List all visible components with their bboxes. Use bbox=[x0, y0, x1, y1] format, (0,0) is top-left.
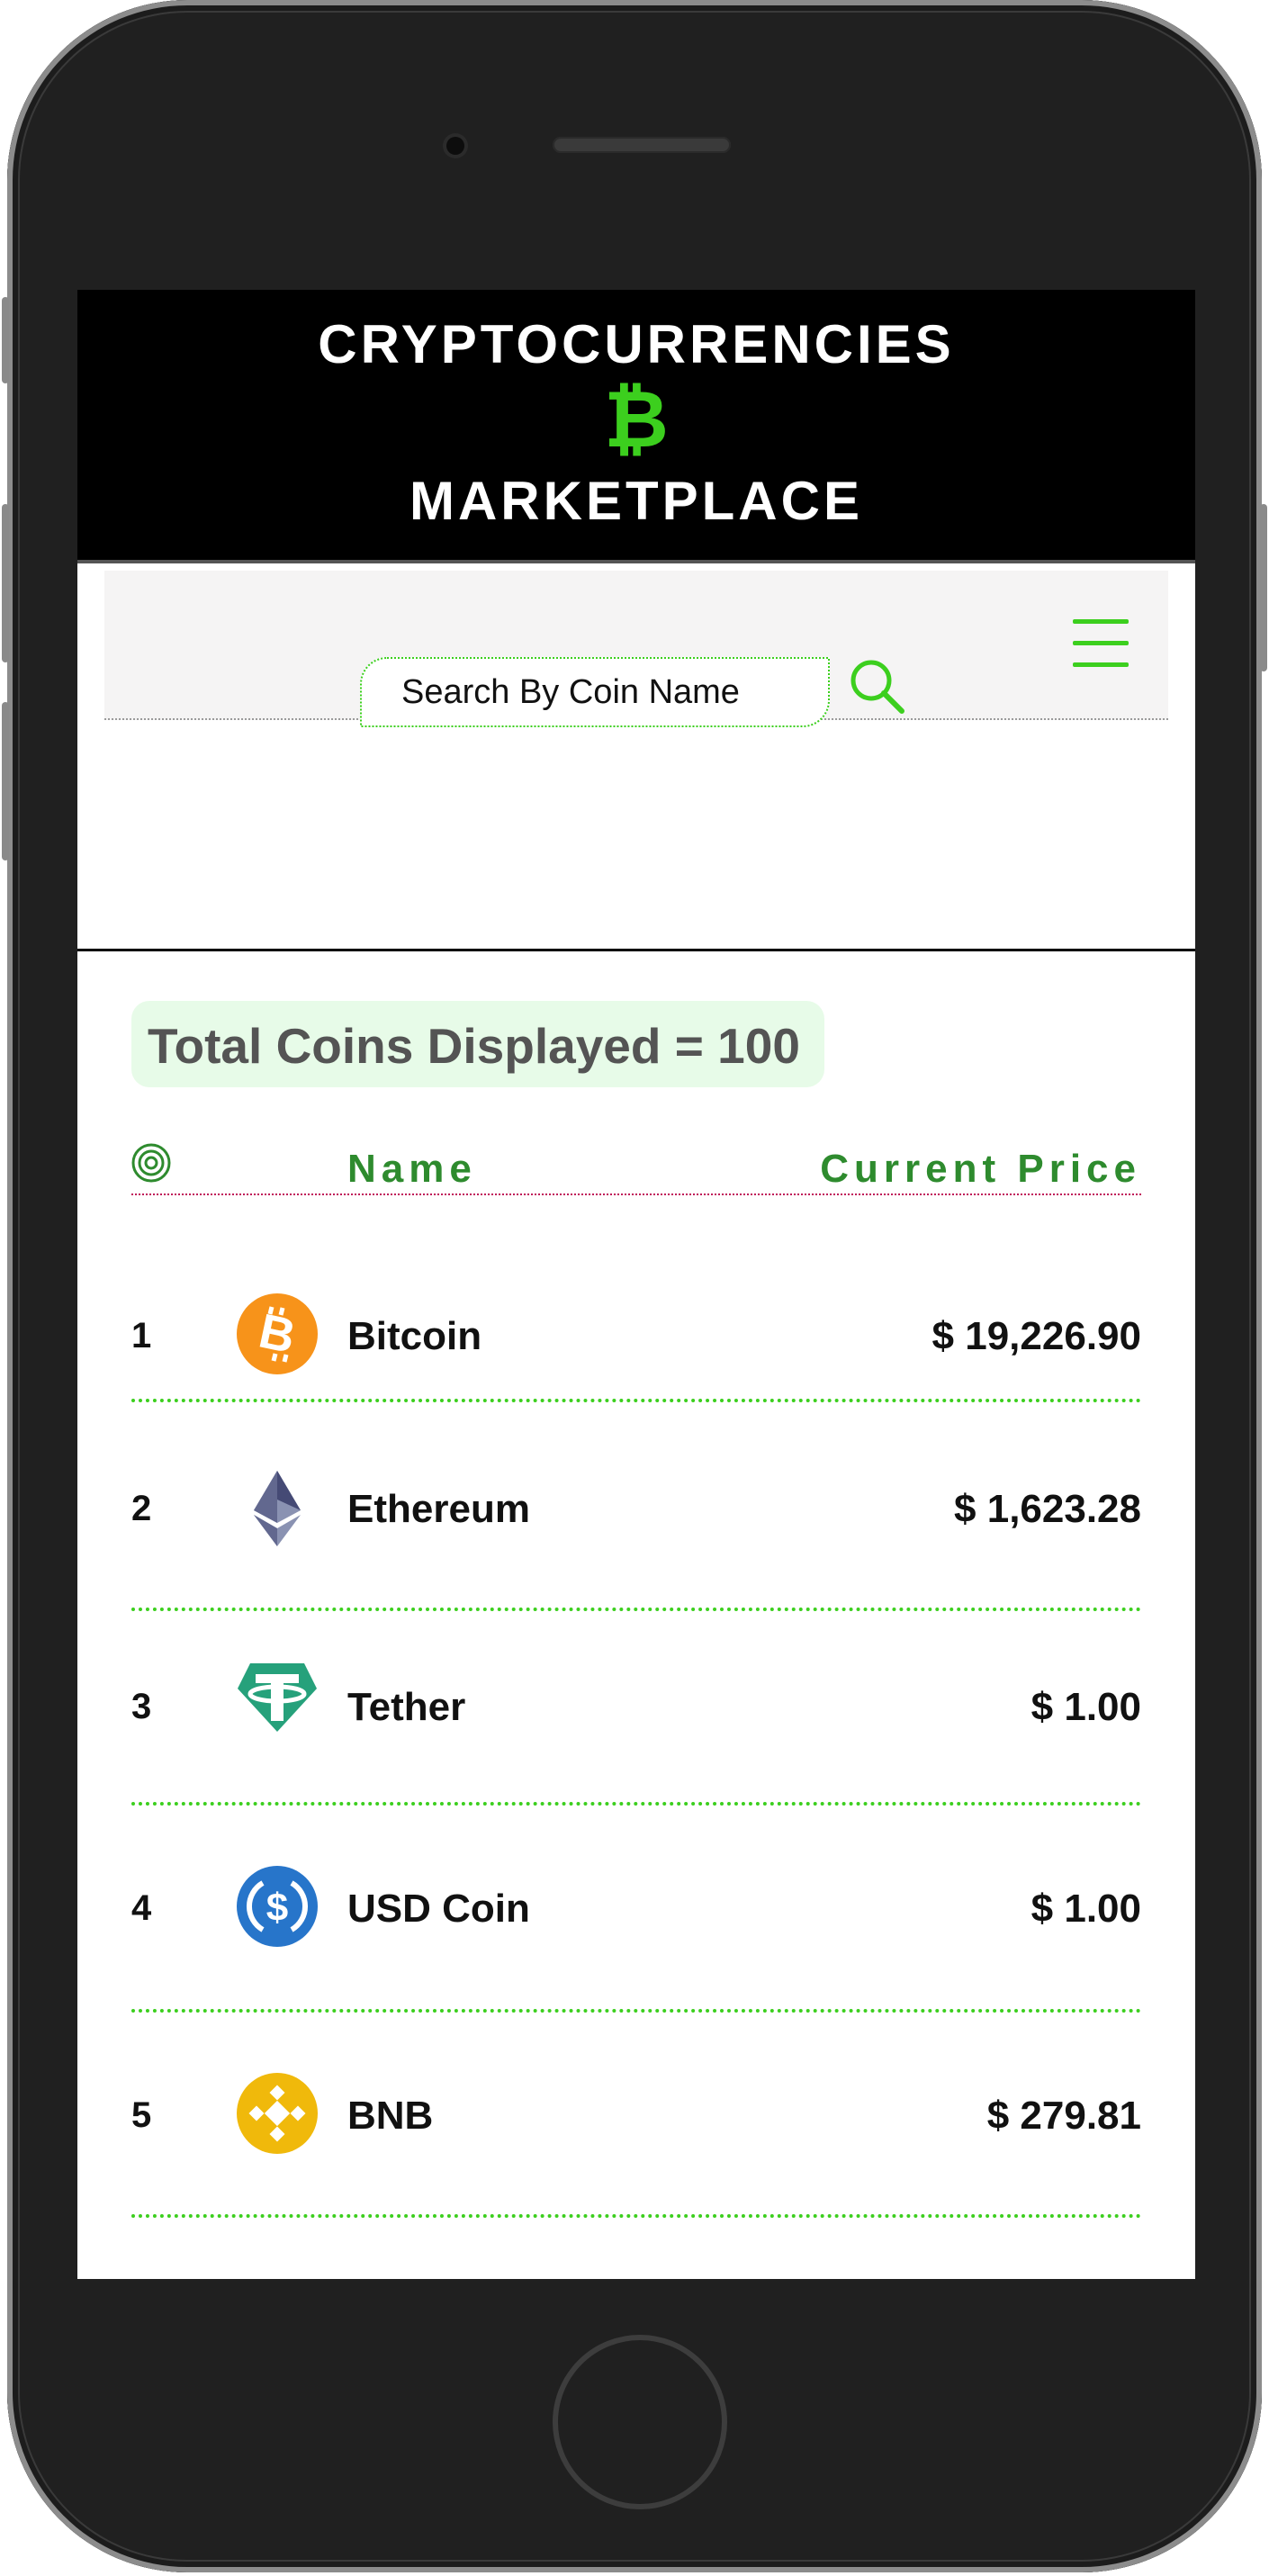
coin-name: USD Coin bbox=[347, 1887, 530, 1931]
column-header-price: Current Price bbox=[820, 1147, 1141, 1191]
column-header-name: Name bbox=[347, 1147, 477, 1191]
coin-price: $ 19,226.90 bbox=[932, 1314, 1141, 1358]
coin-price: $ 1.00 bbox=[1030, 1887, 1141, 1931]
coin-rank: 5 bbox=[131, 2095, 152, 2135]
coin-name: Tether bbox=[347, 1685, 466, 1729]
camera bbox=[446, 137, 464, 155]
total-coins-label: Total Coins Displayed = 100 bbox=[148, 1018, 800, 1074]
table-row[interactable]: 2 Ethereum $ 1,623.28 bbox=[131, 1402, 1141, 1611]
app-screen: CRYPTOCURRENCIES ₿ MARKETPLACE Total Coi… bbox=[77, 290, 1195, 2279]
ethereum-icon bbox=[254, 1471, 301, 1546]
bnb-icon bbox=[237, 2073, 318, 2154]
coin-name: Bitcoin bbox=[347, 1314, 482, 1358]
target-icon bbox=[131, 1143, 171, 1183]
volume-up-button[interactable] bbox=[2, 504, 9, 662]
table-row[interactable]: 4 $ USD Coin $ 1.00 bbox=[131, 1806, 1141, 2013]
coin-rank: 2 bbox=[131, 1489, 152, 1528]
hamburger-menu-icon[interactable] bbox=[1073, 619, 1129, 668]
mute-switch[interactable] bbox=[2, 297, 9, 383]
table-row[interactable]: 1 B Bitcoin $ 19,226.90 bbox=[131, 1229, 1141, 1402]
table-header: Name Current Price bbox=[131, 1143, 1141, 1195]
home-button[interactable] bbox=[553, 2335, 727, 2509]
search-input[interactable] bbox=[360, 657, 830, 727]
coin-name: BNB bbox=[347, 2094, 434, 2138]
volume-down-button[interactable] bbox=[2, 702, 9, 860]
speaker-grille bbox=[553, 137, 731, 153]
search-section bbox=[77, 718, 1195, 951]
coin-price: $ 279.81 bbox=[986, 2094, 1141, 2138]
power-button[interactable] bbox=[1260, 504, 1267, 671]
search-icon[interactable] bbox=[844, 653, 909, 718]
phone-frame: CRYPTOCURRENCIES ₿ MARKETPLACE Total Coi… bbox=[7, 0, 1262, 2572]
coin-price: $ 1.00 bbox=[1030, 1685, 1141, 1729]
coin-name: Ethereum bbox=[347, 1487, 530, 1531]
bitcoin-symbol-icon: ₿ bbox=[604, 374, 669, 464]
tether-icon bbox=[238, 1663, 317, 1732]
total-coins-badge: Total Coins Displayed = 100 bbox=[131, 1001, 824, 1087]
coin-rank: 3 bbox=[131, 1687, 152, 1726]
coin-rank: 1 bbox=[131, 1316, 152, 1356]
table-row[interactable]: 3 Tether $ 1.00 bbox=[131, 1611, 1141, 1806]
bitcoin-icon: B bbox=[237, 1293, 318, 1374]
svg-text:$: $ bbox=[266, 1886, 288, 1930]
header-divider bbox=[77, 560, 1195, 563]
coin-price: $ 1,623.28 bbox=[954, 1487, 1141, 1531]
title-line-2: MARKETPLACE bbox=[410, 471, 863, 531]
title-line-1: CRYPTOCURRENCIES bbox=[318, 314, 955, 374]
table-row[interactable]: 5 BNB $ 279.81 bbox=[131, 2013, 1141, 2218]
coin-rank: 4 bbox=[131, 1888, 152, 1928]
site-header: CRYPTOCURRENCIES ₿ MARKETPLACE bbox=[77, 290, 1195, 563]
usd-coin-icon: $ bbox=[237, 1866, 318, 1947]
